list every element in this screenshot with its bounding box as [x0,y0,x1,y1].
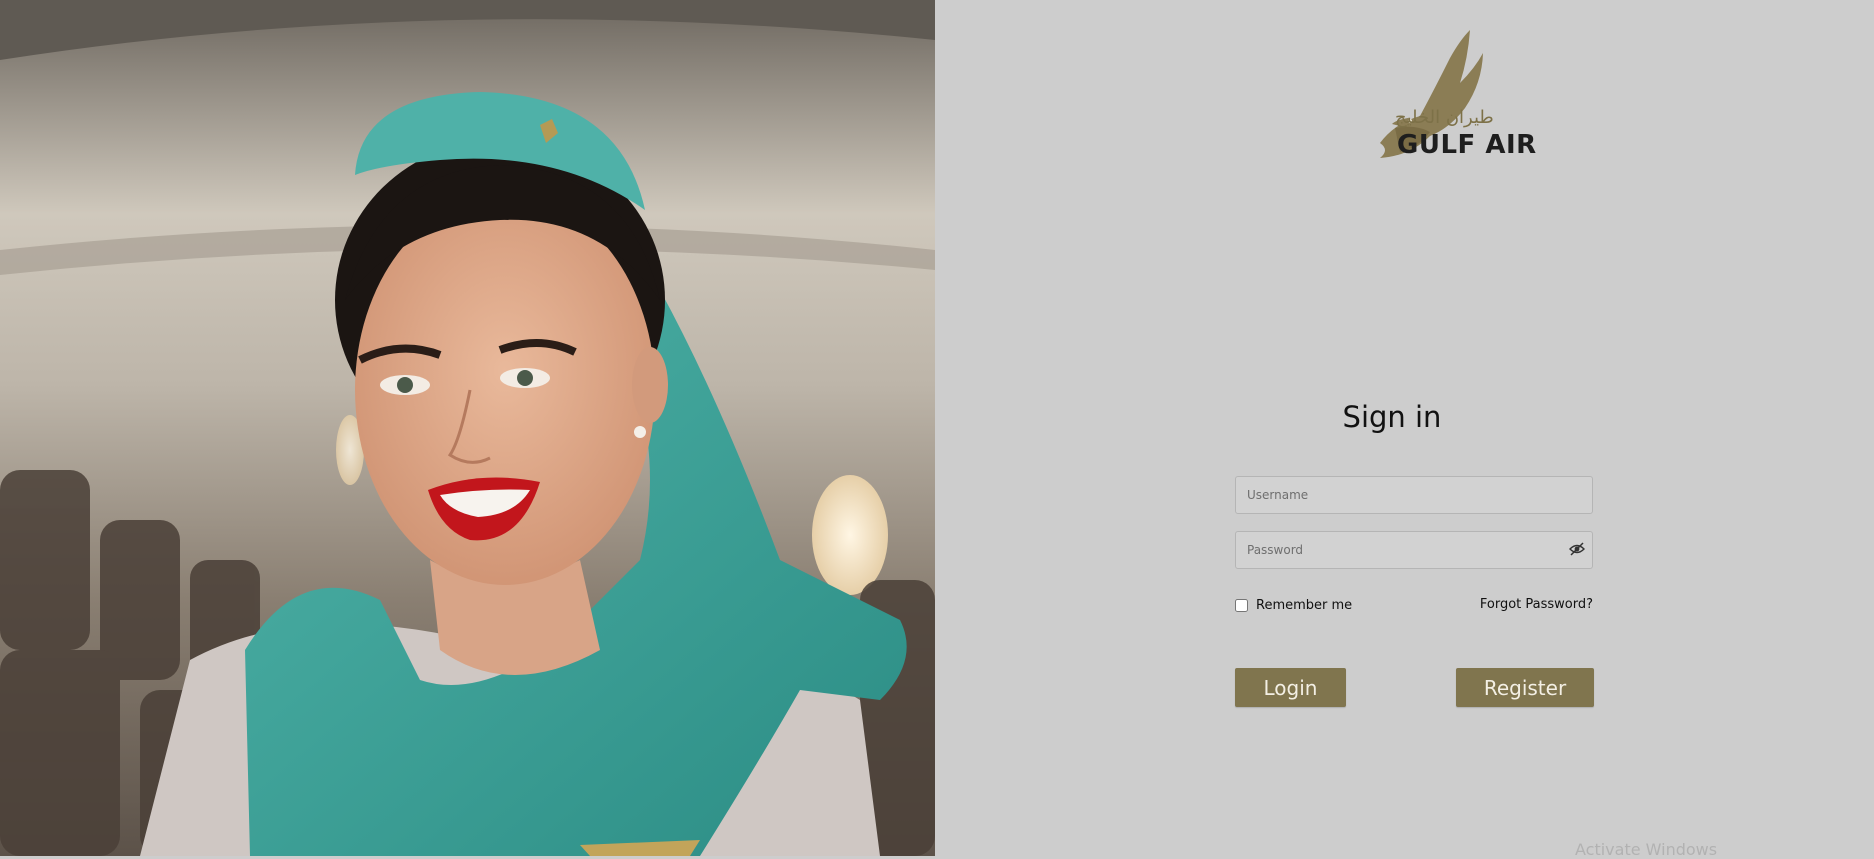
eye-slash-icon[interactable] [1569,541,1585,557]
register-button[interactable]: Register [1456,668,1594,707]
brand-arabic-name: طيران الخليج [1395,107,1494,128]
brand-name: GULF AIR [1397,130,1537,160]
signin-panel: طيران الخليج GULF AIR Sign in Remember m… [935,0,1874,859]
remember-me-checkbox[interactable] [1235,599,1248,612]
login-button[interactable]: Login [1235,668,1346,707]
password-input[interactable] [1235,531,1593,569]
username-input[interactable] [1235,476,1593,514]
forgot-password-link[interactable]: Forgot Password? [1405,597,1593,612]
flight-attendant-image [0,0,935,856]
remember-me[interactable]: Remember me [1235,598,1352,613]
remember-me-label: Remember me [1256,598,1353,613]
signin-title: Sign in [1342,400,1442,434]
hero-photo [0,0,935,856]
os-activation-watermark: Activate Windows [1575,840,1718,859]
